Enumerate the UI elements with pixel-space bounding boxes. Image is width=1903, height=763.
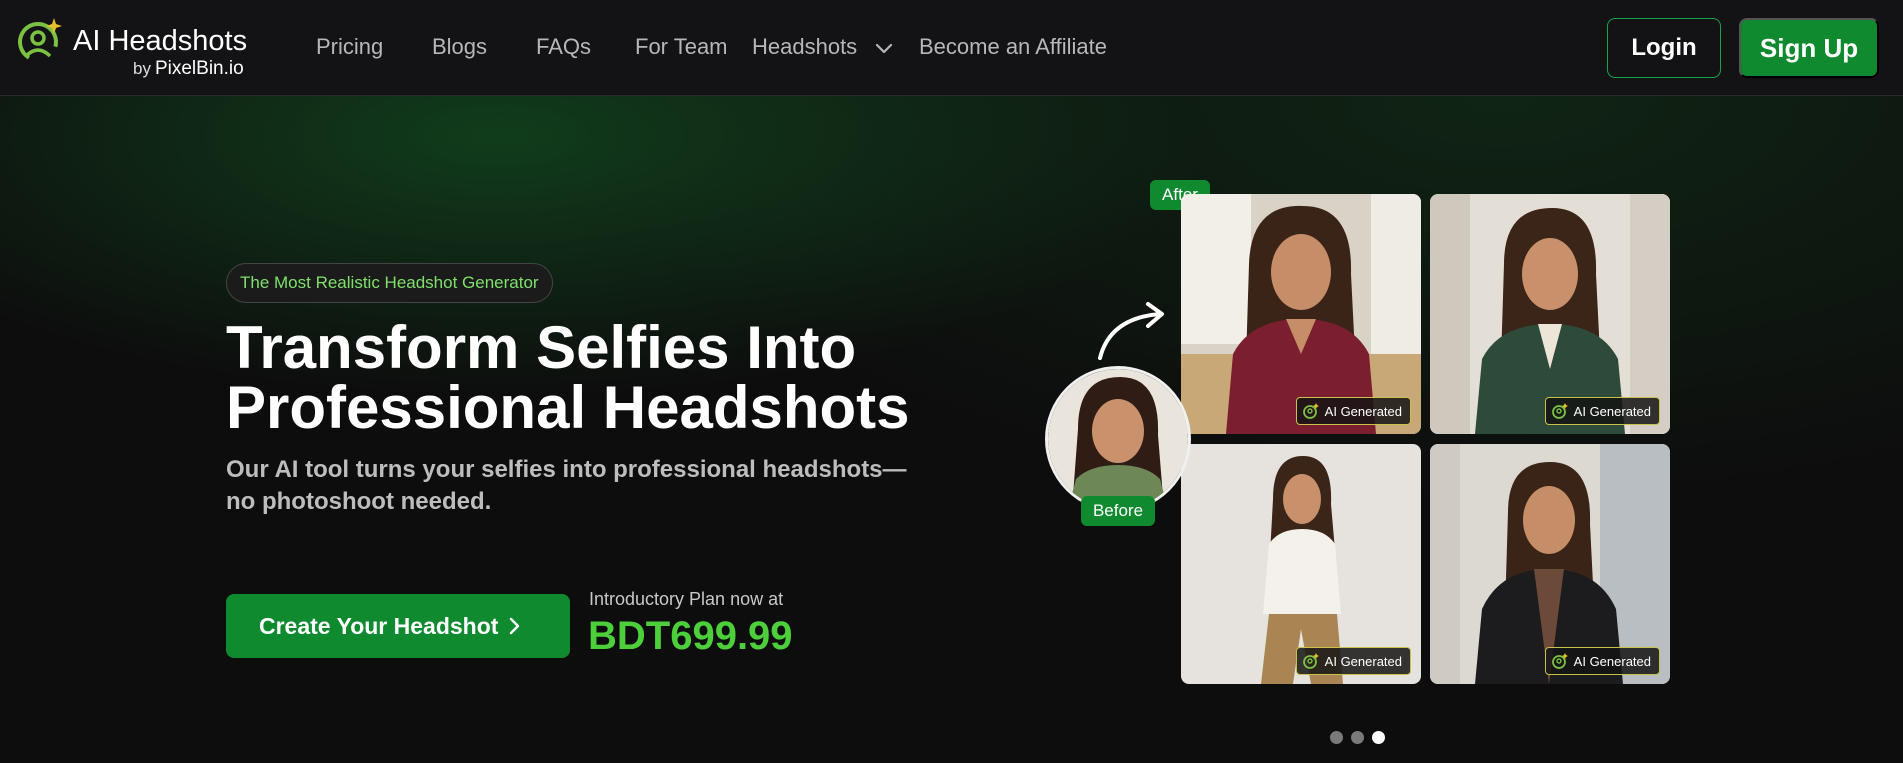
headline-line-1: Transform Selfies Into [226,314,857,381]
nav-become-affiliate[interactable]: Become an Affiliate [919,34,1107,60]
nav-pricing[interactable]: Pricing [316,34,383,60]
nav-for-team[interactable]: For Team [635,34,728,60]
badge-label: AI Generated [1573,403,1651,419]
cta-label: Create Your Headshot [259,612,499,639]
ai-headshot-photo-3[interactable]: AI Generated [1181,444,1421,684]
subhead-line-1: Our AI tool turns your selfies into prof… [226,456,907,483]
carousel-dot-2[interactable] [1351,731,1364,744]
before-tag: Before [1081,496,1155,526]
ai-generated-badge: AI Generated [1544,397,1660,425]
brand-company: PixelBin.io [154,58,244,79]
headline-line-2: Professional Headshots [226,374,910,441]
intro-plan-label: Introductory Plan now at [589,589,784,609]
badge-label: AI Generated [1573,653,1651,669]
nav-faqs[interactable]: FAQs [536,34,591,60]
before-selfie-photo [1045,366,1191,512]
signup-button[interactable]: Sign Up [1739,18,1879,78]
nav-blogs[interactable]: Blogs [432,34,487,60]
carousel-dot-1[interactable] [1330,731,1343,744]
logo-icon [1302,403,1319,419]
brand-logo[interactable]: AI Headshots by PixelBin.io [16,16,266,80]
chevron-down-icon[interactable] [874,38,894,58]
carousel-dot-3[interactable] [1372,731,1385,744]
ai-headshot-photo-1[interactable]: AI Generated [1181,194,1421,434]
logo-icon [1302,653,1319,669]
login-button[interactable]: Login [1607,18,1721,78]
ai-generated-badge: AI Generated [1544,647,1660,675]
selfie-image [1048,369,1188,509]
brand-title: AI Headshots [73,25,248,57]
ai-headshot-photo-4[interactable]: AI Generated [1430,444,1670,684]
nav-headshots-dropdown[interactable]: Headshots [752,34,857,60]
chevron-right-icon [509,617,520,635]
logo-icon [17,18,62,62]
subhead-line-2: no photoshoot needed. [226,488,492,515]
create-headshot-button[interactable]: Create Your Headshot [226,594,570,658]
brand-subtitle: by PixelBin.io [133,58,244,80]
top-navbar: AI Headshots by PixelBin.io Pricing Blogs… [0,0,1903,96]
intro-price: BDT699.99 [588,614,793,658]
ai-generated-badge: AI Generated [1295,397,1411,425]
brand-by: by [133,59,151,78]
ai-headshot-photo-2[interactable]: AI Generated [1430,194,1670,434]
curved-arrow-icon [1098,302,1164,360]
tagline-pill: The Most Realistic Headshot Generator [226,263,553,303]
logo-icon [1551,403,1568,419]
hero-subheading: Our AI tool turns your selfies into prof… [226,454,946,518]
ai-generated-badge: AI Generated [1295,647,1411,675]
badge-label: AI Generated [1324,403,1402,419]
badge-label: AI Generated [1324,653,1402,669]
hero-headline: Transform Selfies Into Professional Head… [226,318,986,438]
logo-icon [1551,653,1568,669]
